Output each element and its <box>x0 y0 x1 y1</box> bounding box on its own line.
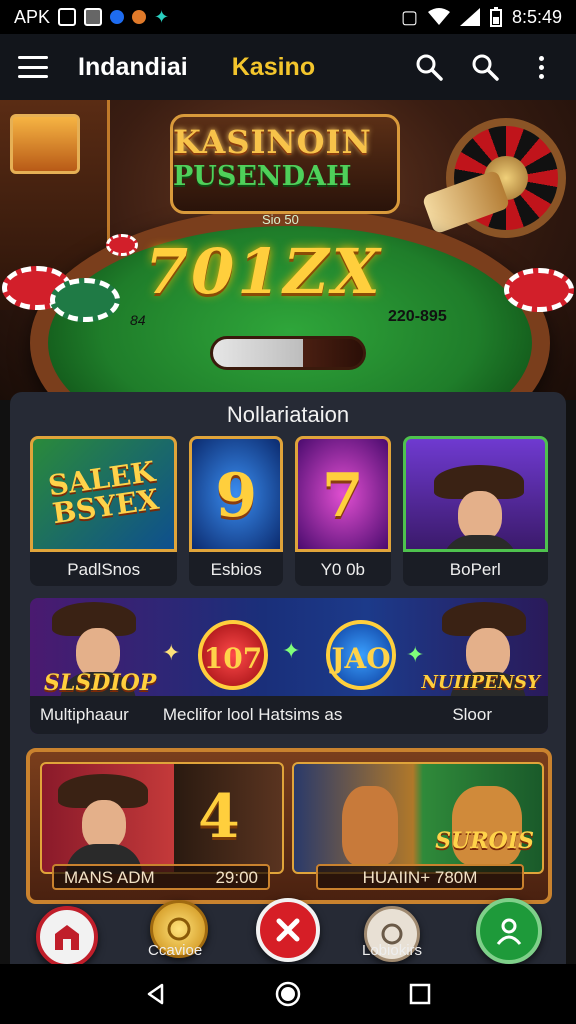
vibrate-icon: ▢ <box>400 6 418 27</box>
hero-slider[interactable] <box>210 336 366 370</box>
game-tile-label: PadlSnos <box>67 560 141 579</box>
hero-sub-label: Sio 50 <box>262 212 299 227</box>
close-icon[interactable] <box>256 898 320 962</box>
app-bar: Indandiai Kasino <box>0 34 576 100</box>
banner-label-right: Sloor <box>452 705 492 724</box>
square-icon <box>84 8 103 26</box>
sparkle-icon: ✦ <box>162 640 181 665</box>
chip-icon <box>504 268 574 312</box>
game-tile-art: SALEK BSYEX <box>30 436 178 552</box>
hero-left-value: 84 <box>130 312 146 328</box>
game-tile[interactable]: SALEK BSYEX PadlSnos <box>30 436 178 586</box>
system-nav-bar <box>0 964 576 1024</box>
game-tile-art-text: 9 <box>215 461 258 531</box>
content-panel: Nollariataion SALEK BSYEX PadlSnos 9 Esb… <box>10 392 566 964</box>
back-icon[interactable] <box>136 974 176 1014</box>
dog-image <box>452 786 522 866</box>
orange-flower-icon <box>132 10 147 24</box>
slot-caption-right: 29:00 <box>215 868 258 887</box>
slot-caption: HUAIIN+ 780M <box>316 864 524 890</box>
coin-icon: 107 <box>198 620 268 690</box>
sparkle-icon: ✦ <box>282 638 301 663</box>
slot-frame: 4 SUROIS MANS ADM 29:00 HUAIIN+ 780M <box>26 748 552 904</box>
teal-sparkle-icon: ✦ <box>154 6 170 27</box>
multiplayer-banner[interactable]: SLSDIOP ✦ 107 ✦ JAO ✦ NUIIPENSY Multipha… <box>30 598 548 734</box>
hero-banner[interactable]: KASINOIN PUSENDAH Sio 50 701ZX 84 220-89… <box>0 100 576 400</box>
slot-tile[interactable]: 4 <box>40 762 284 874</box>
banner-word-left: SLSDIOP <box>44 670 157 696</box>
sparkle-icon: ✦ <box>406 642 425 667</box>
banner-caption-row: Multiphaaur Meclifor lool Hatsims as Slo… <box>30 696 548 734</box>
coin-icon: JAO <box>326 620 396 690</box>
hero-right-value: 220-895 <box>388 308 447 325</box>
hero-sign-title: KASINOIN <box>173 123 372 161</box>
status-time: 8:5:49 <box>511 6 562 27</box>
hero-sign: KASINOIN PUSENDAH <box>170 114 400 214</box>
game-tile-label: Esbios <box>210 560 262 579</box>
slot-caption-left: MANS ADM <box>64 868 155 887</box>
more-vert-icon[interactable] <box>524 50 558 84</box>
game-tile-art-text: 7 <box>321 461 364 531</box>
home-circle-icon[interactable] <box>268 974 308 1014</box>
blue-circle-icon <box>110 10 125 24</box>
game-tiles-row: SALEK BSYEX PadlSnos 9 Esbios 7 Y0 0b Bo… <box>30 436 548 586</box>
app-brand[interactable]: Kasino <box>232 53 315 82</box>
fox-image <box>342 786 398 866</box>
banner-label-left: Multiphaaur <box>40 705 129 724</box>
app-title: Indandiai <box>78 52 188 81</box>
search-icon[interactable] <box>412 50 446 84</box>
cowboy-image <box>433 465 524 549</box>
chip-icon <box>106 234 138 256</box>
panel-title: Nollariataion <box>226 402 350 427</box>
slot-word: SUROIS <box>435 828 534 854</box>
game-tile[interactable]: BoPerl <box>402 436 548 586</box>
search-icon[interactable] <box>468 50 502 84</box>
wifi-icon <box>427 8 450 25</box>
menu-icon[interactable] <box>18 56 48 78</box>
cowboy-image <box>58 774 148 874</box>
game-tile[interactable]: 7 Y0 0b <box>295 436 391 586</box>
m-box-icon <box>58 8 77 26</box>
profile-icon[interactable] <box>476 898 542 964</box>
banner-word-right: NUIIPENSY <box>421 672 540 693</box>
slot-number: 4 <box>198 782 240 852</box>
game-tile-art: 7 <box>295 436 391 552</box>
status-apk-label: APK <box>14 6 51 27</box>
slot-tile[interactable]: SUROIS <box>292 762 544 874</box>
recents-icon[interactable] <box>400 974 440 1014</box>
nav-label-coin[interactable]: Ccavioe <box>148 942 202 959</box>
signal-icon <box>459 8 480 26</box>
game-tile[interactable]: 9 Esbios <box>189 436 283 586</box>
hero-jackpot: 701ZX <box>145 235 383 308</box>
hero-sign-subtitle: PUSENDAH <box>173 161 352 192</box>
chip-icon <box>50 278 120 322</box>
slot-caption: MANS ADM 29:00 <box>52 864 270 890</box>
nav-label-rules[interactable]: Lobiokirs <box>362 942 422 959</box>
home-icon[interactable] <box>36 906 98 968</box>
game-tile-art-text: SALEK BSYEX <box>46 454 161 531</box>
game-tile-art <box>402 436 548 552</box>
game-tile-art: 9 <box>189 436 283 552</box>
game-tile-label: BoPerl <box>449 560 501 579</box>
banner-label-middle: Meclifor lool Hatsims as <box>162 705 343 724</box>
game-tile-label: Y0 0b <box>320 560 366 579</box>
battery-icon <box>489 7 502 27</box>
status-bar: APK ✦ ▢ 8:5:49 <box>0 0 576 34</box>
